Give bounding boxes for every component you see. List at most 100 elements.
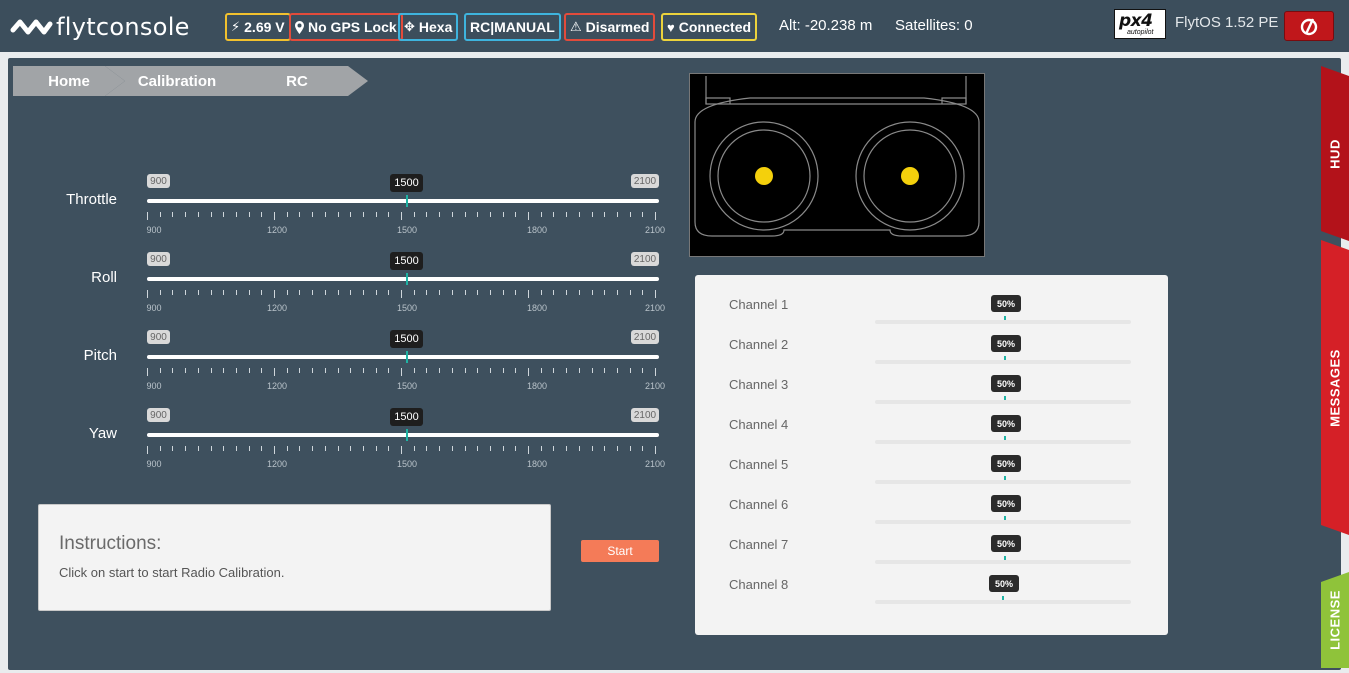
slider-tick <box>578 368 580 373</box>
slider-min-bubble: 900 <box>147 252 170 266</box>
slider-tick <box>261 446 263 451</box>
slider-tick <box>185 212 187 217</box>
slider-handle[interactable] <box>406 195 408 207</box>
slider-tick <box>312 446 314 451</box>
slider-tick <box>439 368 441 373</box>
slider-tick <box>388 368 390 373</box>
slider-tick <box>337 368 339 373</box>
slider-tick <box>401 290 402 298</box>
altitude-readout: Alt: -20.238 m <box>779 17 873 34</box>
slider-tick <box>464 290 466 295</box>
breadcrumb-home[interactable]: Home <box>13 66 125 96</box>
slider-tick <box>337 446 339 451</box>
slider-tick <box>248 290 250 295</box>
slider-tick <box>477 446 479 451</box>
slider-track[interactable] <box>147 355 659 359</box>
slider-tick <box>388 290 390 295</box>
scale-label: 2100 <box>644 459 666 469</box>
slider-tick <box>591 368 593 373</box>
scale-label: 1800 <box>526 225 548 235</box>
slider-track[interactable] <box>147 277 659 281</box>
slider-label: Roll <box>91 269 117 286</box>
slider-tick <box>223 368 225 373</box>
slider-track[interactable] <box>147 199 659 203</box>
slider-ticks <box>147 212 667 220</box>
slider-ticks <box>147 368 667 376</box>
slider-tick <box>616 368 618 373</box>
tab-hud[interactable]: HUD <box>1321 66 1349 241</box>
slider-label: Yaw <box>88 425 117 442</box>
slider-track[interactable] <box>147 433 659 437</box>
mode-badge: RC|MANUAL <box>464 13 561 41</box>
slider-tick <box>642 446 644 451</box>
slider-tick <box>147 446 148 454</box>
slider-tick <box>528 446 529 454</box>
power-icon <box>1300 18 1318 36</box>
slider-tick <box>159 212 161 217</box>
scale-label: 2100 <box>644 381 666 391</box>
slider-tick <box>426 446 428 451</box>
tab-license[interactable]: LICENSE <box>1321 572 1349 668</box>
app-logo[interactable]: flytconsole <box>10 12 190 42</box>
start-button[interactable]: Start <box>581 540 659 562</box>
slider-tick <box>172 212 174 217</box>
gps-value: No GPS Lock <box>308 19 397 35</box>
channel-track <box>875 440 1131 444</box>
slider-tick <box>515 368 517 373</box>
slider-tick <box>426 368 428 373</box>
slider-tick <box>502 290 504 295</box>
slider-tick <box>248 212 250 217</box>
slider-tick <box>197 368 199 373</box>
channel-track <box>875 560 1131 564</box>
channel-value-bubble: 50% <box>991 295 1021 312</box>
slider-tick <box>655 212 656 220</box>
slider-tick <box>629 290 631 295</box>
slider-tick <box>235 446 237 451</box>
slider-handle[interactable] <box>406 351 408 363</box>
slider-tick <box>312 290 314 295</box>
slider-handle[interactable] <box>406 273 408 285</box>
slider-value-bubble: 1500 <box>390 408 423 426</box>
slider-tick <box>540 212 542 217</box>
slider-tick <box>655 290 656 298</box>
slider-tick <box>350 212 352 217</box>
channel-label: Channel 7 <box>729 537 789 552</box>
slider-tick <box>566 212 568 217</box>
channel-value-bubble: 50% <box>991 455 1021 472</box>
slider-tick <box>261 290 263 295</box>
channel-track <box>875 360 1131 364</box>
slider-tick <box>185 446 187 451</box>
power-button[interactable] <box>1284 11 1334 41</box>
slider-tick <box>299 212 301 217</box>
scale-label: 1500 <box>396 459 418 469</box>
slider-tick <box>286 446 288 451</box>
scale-label: 900 <box>146 381 162 391</box>
scale-label: 1800 <box>526 381 548 391</box>
tab-messages[interactable]: MESSAGES <box>1321 240 1349 535</box>
scale-label: 2100 <box>644 303 666 313</box>
slider-tick <box>553 212 555 217</box>
slider-tick <box>223 446 225 451</box>
slider-tick <box>362 368 364 373</box>
slider-tick <box>413 446 415 451</box>
slider-tick <box>655 368 656 376</box>
channels-panel: Channel 1 50% Channel 2 50% Channel 3 50… <box>695 275 1168 635</box>
slider-tick <box>401 368 402 376</box>
slider-tick <box>401 212 402 220</box>
slider-ticks <box>147 290 667 298</box>
slider-tick <box>147 290 148 298</box>
slider-tick <box>159 290 161 295</box>
slider-handle[interactable] <box>406 429 408 441</box>
slider-tick <box>274 368 275 376</box>
slider-tick <box>655 446 656 454</box>
slider-tick <box>235 290 237 295</box>
channel-track <box>875 600 1131 604</box>
slider-tick <box>464 368 466 373</box>
warning-icon: ⚠ <box>570 19 582 34</box>
channel-label: Channel 2 <box>729 337 789 352</box>
breadcrumb-calibration[interactable]: Calibration <box>105 66 249 96</box>
right-stick-dot <box>901 167 919 185</box>
bolt-icon: ⚡ <box>231 19 241 34</box>
slider-tick <box>540 446 542 451</box>
slider-tick <box>274 446 275 454</box>
